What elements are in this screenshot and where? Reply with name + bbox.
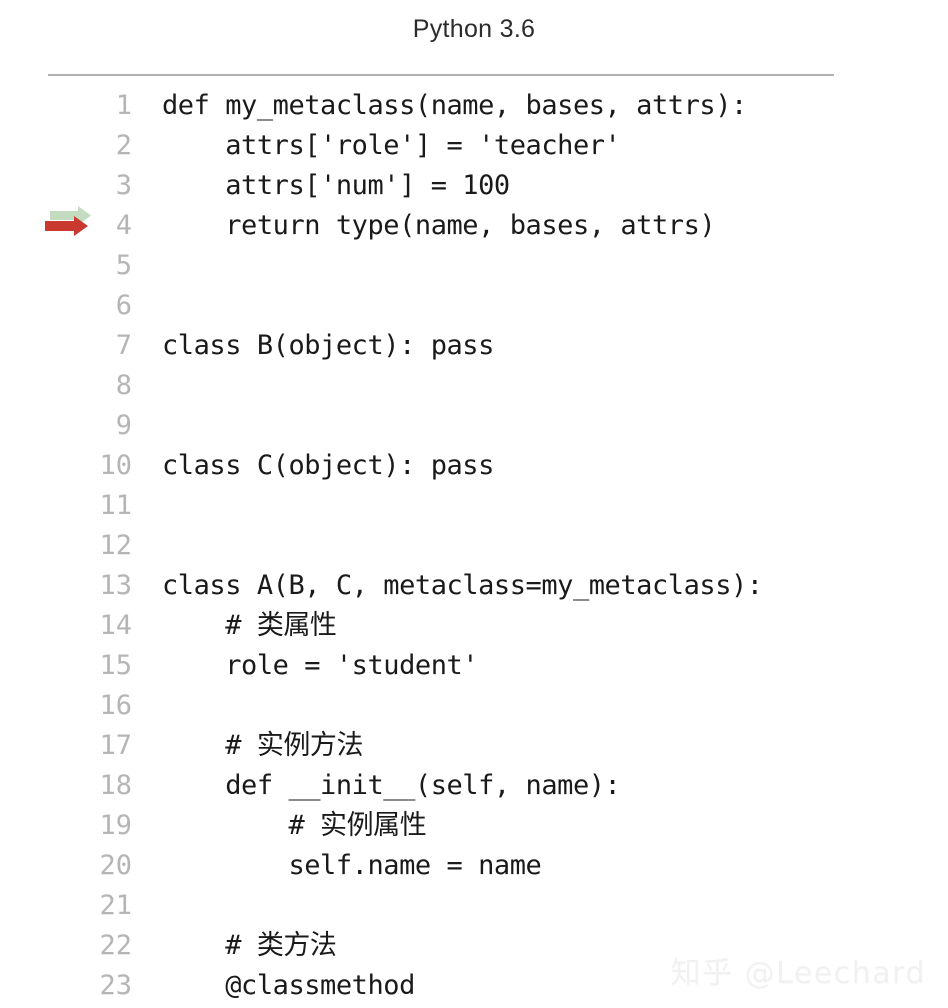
code-text: def __init__(self, name): bbox=[162, 770, 621, 801]
code-text: role = 'student' bbox=[162, 650, 479, 681]
line-number: 3 bbox=[115, 170, 132, 201]
code-text: # 实例方法 bbox=[162, 730, 364, 761]
code-line[interactable]: 16 bbox=[0, 686, 948, 726]
code-text: # 类方法 bbox=[162, 930, 337, 961]
line-number: 21 bbox=[99, 890, 132, 921]
code-line[interactable]: 2 attrs['role'] = 'teacher' bbox=[0, 126, 948, 166]
code-line[interactable]: 21 bbox=[0, 886, 948, 926]
page-title: Python 3.6 bbox=[412, 14, 536, 43]
header-divider bbox=[0, 74, 948, 76]
code-text: class A(B, C, metaclass=my_metaclass): bbox=[162, 570, 763, 601]
line-number: 16 bbox=[99, 690, 132, 721]
code-line[interactable]: 3 attrs['num'] = 100 bbox=[0, 166, 948, 206]
code-line[interactable]: 18 def __init__(self, name): bbox=[0, 766, 948, 806]
code-text: @classmethod bbox=[162, 970, 415, 1001]
code-line[interactable]: 19 # 实例属性 bbox=[0, 806, 948, 846]
line-number: 9 bbox=[115, 410, 132, 441]
title-bar: Python 3.6 bbox=[0, 0, 948, 74]
line-number: 12 bbox=[99, 530, 132, 561]
line-number: 6 bbox=[115, 290, 132, 321]
code-text: return type(name, bases, attrs) bbox=[162, 210, 716, 241]
code-line[interactable]: 12 bbox=[0, 526, 948, 566]
code-line[interactable]: 1 def my_metaclass(name, bases, attrs): bbox=[0, 86, 948, 126]
code-line[interactable]: 6 bbox=[0, 286, 948, 326]
code-text: class C(object): pass bbox=[162, 450, 494, 481]
code-text: # 类属性 bbox=[162, 610, 337, 641]
code-line[interactable]: 13 class A(B, C, metaclass=my_metaclass): bbox=[0, 566, 948, 606]
code-text: class B(object): pass bbox=[162, 330, 494, 361]
line-number: 4 bbox=[115, 210, 132, 241]
line-number: 23 bbox=[99, 970, 132, 1001]
code-line[interactable]: 15 role = 'student' bbox=[0, 646, 948, 686]
code-text: # 实例属性 bbox=[162, 810, 427, 841]
code-text: attrs['num'] = 100 bbox=[162, 170, 510, 201]
watermark: 知乎 @Leechard bbox=[670, 956, 926, 991]
line-number: 8 bbox=[115, 370, 132, 401]
code-line[interactable]: 14 # 类属性 bbox=[0, 606, 948, 646]
code-line[interactable]: 20 self.name = name bbox=[0, 846, 948, 886]
code-text: self.name = name bbox=[162, 850, 542, 881]
code-line[interactable]: 9 bbox=[0, 406, 948, 446]
code-text: def my_metaclass(name, bases, attrs): bbox=[162, 90, 747, 121]
code-line[interactable]: 5 bbox=[0, 246, 948, 286]
line-number: 19 bbox=[99, 810, 132, 841]
line-number: 1 bbox=[115, 90, 132, 121]
code-block: 1 def my_metaclass(name, bases, attrs): 2 … bbox=[0, 86, 948, 1006]
line-number: 11 bbox=[99, 490, 132, 521]
line-number: 20 bbox=[99, 850, 132, 881]
code-line[interactable]: 7 class B(object): pass bbox=[0, 326, 948, 366]
line-number: 15 bbox=[99, 650, 132, 681]
code-line[interactable]: 11 bbox=[0, 486, 948, 526]
line-number: 22 bbox=[99, 930, 132, 961]
line-number: 14 bbox=[99, 610, 132, 641]
line-number: 17 bbox=[99, 730, 132, 761]
divider-rule bbox=[48, 74, 834, 76]
code-line[interactable]: 4 return type(name, bases, attrs) bbox=[0, 206, 948, 246]
line-number: 10 bbox=[99, 450, 132, 481]
line-number: 13 bbox=[99, 570, 132, 601]
line-number: 18 bbox=[99, 770, 132, 801]
code-line[interactable]: 17 # 实例方法 bbox=[0, 726, 948, 766]
line-number: 2 bbox=[115, 130, 132, 161]
code-line[interactable]: 10 class C(object): pass bbox=[0, 446, 948, 486]
code-text: attrs['role'] = 'teacher' bbox=[162, 130, 621, 161]
code-line[interactable]: 8 bbox=[0, 366, 948, 406]
line-number: 7 bbox=[115, 330, 132, 361]
line-number: 5 bbox=[115, 250, 132, 281]
